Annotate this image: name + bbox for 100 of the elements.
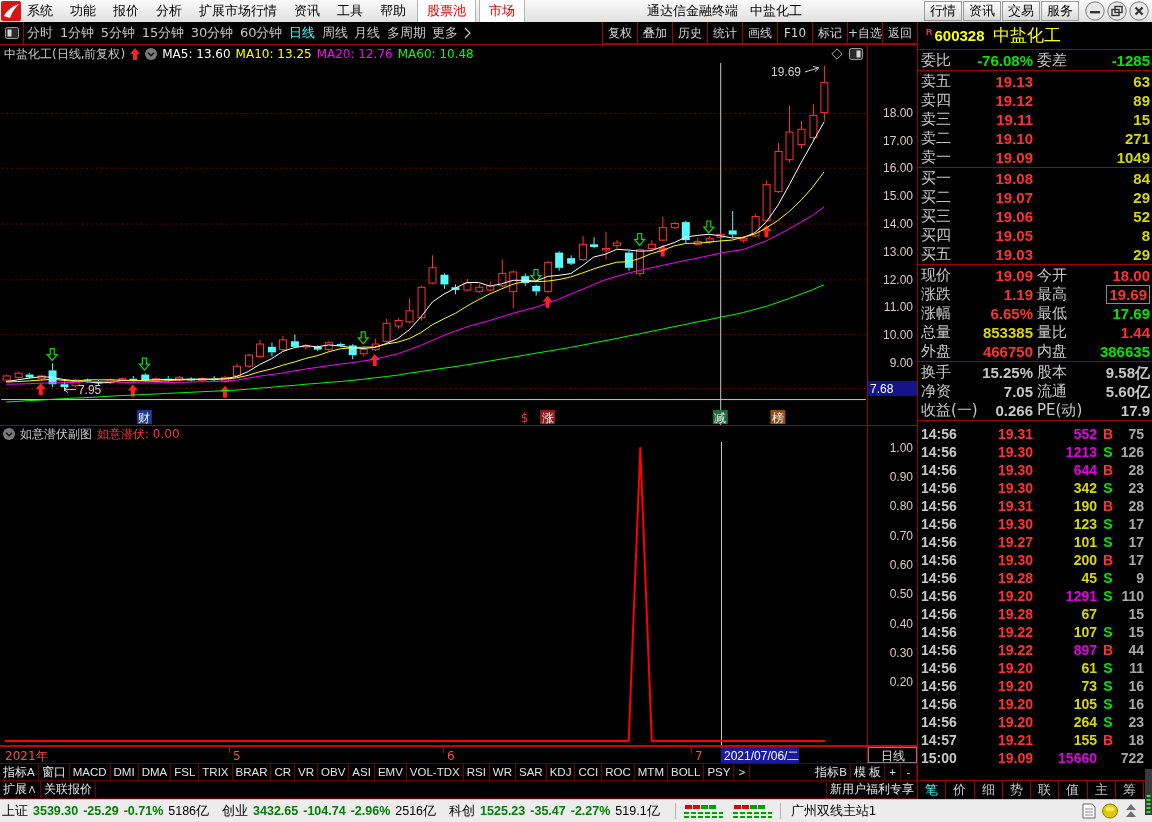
bid-level-label: 买二: [921, 188, 951, 207]
indicator-value: MA20: 12.76: [316, 47, 393, 61]
quote-value: 1.19: [1003, 286, 1033, 303]
axis-label: 16.00: [882, 161, 913, 176]
index-percent: -0.71%: [123, 803, 164, 818]
trade-time: 14:56: [921, 552, 957, 568]
date-label: 5: [233, 749, 241, 763]
trade-side: S: [1103, 678, 1113, 694]
bid-level-label: 买五: [921, 245, 951, 264]
date-label: 6: [447, 749, 455, 763]
axis-label: 0.90: [889, 470, 913, 485]
quote-label: PE(动): [1036, 401, 1083, 420]
trade-time: 14:56: [921, 696, 957, 712]
quote-value: 19.69: [1106, 285, 1150, 304]
event-tag: 榜: [770, 410, 786, 425]
trade-time: 14:56: [921, 660, 957, 676]
ask-price: 19.11: [996, 111, 1033, 128]
trade-count: 16: [1128, 696, 1144, 712]
quote-label: 最高: [1036, 285, 1067, 304]
quote-value: 386635: [1099, 343, 1150, 360]
bid-price: 19.03: [995, 246, 1033, 263]
trade-side: S: [1103, 480, 1113, 496]
trade-time: 14:57: [921, 732, 957, 748]
chart-title: 中盐化工(日线,前复权): [4, 45, 126, 63]
quote-label: 委比: [921, 51, 951, 70]
bid-volume: 52: [1133, 208, 1150, 225]
trade-side: S: [1103, 624, 1113, 640]
trade-count: 23: [1128, 480, 1144, 496]
index-name: 科创: [449, 802, 476, 820]
quote-label: 委差: [1036, 51, 1067, 70]
quote-value: 6.65%: [990, 305, 1033, 322]
index-amount: 2516亿: [395, 802, 437, 820]
trade-price: 19.09: [997, 750, 1033, 766]
server-name: 广州双线主站1: [790, 802, 877, 820]
date-label: 7: [695, 749, 703, 763]
quote-value: -1285: [1111, 52, 1150, 69]
trade-count: 17: [1128, 516, 1144, 532]
trade-volume: 15660: [1058, 750, 1097, 766]
trade-volume: 264: [1073, 714, 1097, 730]
trade-volume: 105: [1073, 696, 1097, 712]
trade-volume: 67: [1081, 606, 1097, 622]
trade-time: 15:00: [921, 750, 957, 766]
trade-count: 44: [1128, 642, 1144, 658]
market-flag-label: R: [926, 27, 933, 37]
ask-price: 19.13: [995, 73, 1033, 90]
trade-side: S: [1103, 516, 1113, 532]
index-name: 上证: [2, 802, 28, 820]
ask-volume: 63: [1133, 73, 1150, 90]
trade-time: 14:56: [921, 534, 957, 550]
quote-value: 9.58亿: [1105, 364, 1150, 381]
index-name: 创业: [222, 802, 249, 820]
trade-count: 9: [1136, 570, 1144, 586]
axis-label: 12.00: [882, 272, 913, 287]
axis-label: 0.70: [889, 528, 913, 543]
trade-count: 17: [1128, 552, 1144, 568]
trade-time: 14:56: [921, 570, 957, 586]
quote-label: 外盘: [921, 342, 951, 361]
trade-count: 75: [1128, 426, 1144, 442]
trade-side: S: [1103, 534, 1113, 550]
axis-label: 0.60: [889, 558, 913, 573]
trade-time: 14:56: [921, 426, 957, 442]
quote-value: 15.25%: [982, 364, 1033, 381]
trade-volume: 107: [1073, 624, 1097, 640]
quote-label: 换手: [921, 363, 951, 382]
quote-label: 收益(一): [921, 401, 978, 420]
quote-label: 现价: [921, 266, 951, 285]
trade-side: B: [1102, 642, 1114, 658]
index-amount: 519.1亿: [615, 802, 660, 820]
axis-label: 0.80: [889, 499, 913, 514]
trade-count: 18: [1128, 732, 1144, 748]
event-tag: 财: [136, 410, 152, 425]
trade-count: 15: [1128, 606, 1144, 622]
ask-volume: 271: [1124, 130, 1150, 147]
trade-price: 19.20: [997, 660, 1033, 676]
trade-time: 14:56: [921, 516, 957, 532]
axis-label: 11.00: [883, 300, 913, 315]
axis-label: 10.00: [882, 328, 913, 343]
trade-price: 19.27: [997, 534, 1033, 550]
bid-volume: 84: [1133, 170, 1150, 187]
trade-price: 19.20: [997, 714, 1033, 730]
bid-level-label: 买一: [921, 169, 951, 188]
ask-level-label: 卖五: [921, 72, 951, 91]
quote-label: 今开: [1036, 266, 1067, 285]
quote-label: 量比: [1036, 323, 1067, 342]
bid-volume: 8: [1141, 227, 1150, 244]
trade-price: 19.30: [997, 444, 1033, 460]
bid-level-label: 买三: [921, 207, 951, 226]
trade-time: 14:56: [921, 462, 957, 478]
quote-value: 19.09: [995, 267, 1033, 284]
index-value: 3539.30: [33, 803, 79, 818]
axis-label: 0.20: [889, 675, 913, 690]
trade-volume: 342: [1073, 480, 1097, 496]
event-symbol: $: [520, 411, 529, 425]
trade-count: 126: [1120, 444, 1144, 460]
trade-price: 19.30: [997, 516, 1033, 532]
ask-volume: 15: [1133, 111, 1150, 128]
ask-volume: 89: [1133, 92, 1150, 109]
low-price-label: 7.95: [78, 383, 102, 398]
axis-label: 18.00: [882, 105, 913, 120]
trade-price: 19.20: [997, 678, 1033, 694]
